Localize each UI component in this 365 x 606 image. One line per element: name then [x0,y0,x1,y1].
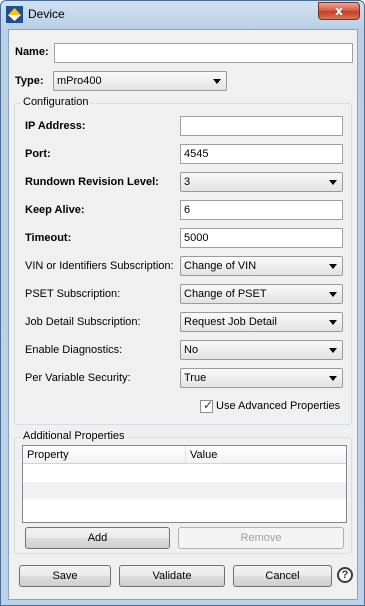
configuration-group-title: Configuration [21,96,91,108]
chevron-down-icon [329,320,337,325]
port-input[interactable] [180,144,343,164]
per-variable-security-label: Per Variable Security: [25,372,131,384]
keep-alive-label: Keep Alive: [25,204,85,216]
keep-alive-input[interactable] [180,200,343,220]
job-detail-subscription-value: Request Job Detail [184,316,277,328]
dialog-body: Name: Type: mPro400 Configuration IP Add… [8,29,358,600]
title-bar[interactable]: Device x [1,1,364,29]
help-icon[interactable]: ? [337,567,353,583]
vin-subscription-value: Change of VIN [184,260,257,272]
chevron-down-icon [329,264,337,269]
device-dialog-window: Device x Name: Type: mPro400 Configurati… [0,0,365,606]
column-header-property[interactable]: Property [27,449,69,461]
column-header-value[interactable]: Value [190,449,217,461]
name-label: Name: [15,46,49,58]
table-row[interactable] [23,482,346,499]
pset-subscription-label: PSET Subscription: [25,288,121,300]
port-label: Port: [25,148,51,160]
cancel-button[interactable]: Cancel [233,565,332,587]
enable-diagnostics-label: Enable Diagnostics: [25,344,123,356]
table-row[interactable] [23,499,346,516]
enable-diagnostics-value: No [184,344,199,356]
job-detail-subscription-label: Job Detail Subscription: [25,316,141,328]
add-property-button[interactable]: Add [25,527,170,549]
properties-table[interactable]: Property Value [22,445,347,523]
name-input[interactable] [54,43,353,63]
timeout-label: Timeout: [25,232,72,244]
save-button[interactable]: Save [19,565,111,587]
chevron-down-icon [329,376,337,381]
per-variable-security-select[interactable]: True [180,368,343,388]
type-label: Type: [15,75,44,87]
checkmark-icon: ✓ [203,398,214,412]
chevron-down-icon [213,79,221,84]
window-title: Device [28,7,65,21]
vin-subscription-select[interactable]: Change of VIN [180,256,343,276]
close-button[interactable]: x [318,2,360,20]
job-detail-subscription-select[interactable]: Request Job Detail [180,312,343,332]
rundown-revision-select[interactable]: 3 [180,172,343,192]
close-icon: x [335,4,343,18]
column-divider[interactable] [185,446,186,464]
pset-subscription-value: Change of PSET [184,288,267,300]
chevron-down-icon [329,292,337,297]
pset-subscription-select[interactable]: Change of PSET [180,284,343,304]
remove-property-button[interactable]: Remove [178,527,344,549]
properties-table-header: Property Value [23,446,346,464]
enable-diagnostics-select[interactable]: No [180,340,343,360]
validate-button[interactable]: Validate [119,565,225,587]
per-variable-security-value: True [184,372,207,384]
table-row[interactable] [23,465,346,482]
type-select[interactable]: mPro400 [53,71,227,91]
app-logo-icon [6,6,23,23]
rundown-revision-value: 3 [184,176,191,188]
chevron-down-icon [329,348,337,353]
timeout-input[interactable] [180,228,343,248]
type-select-value: mPro400 [57,75,102,87]
ip-address-label: IP Address: [25,120,86,132]
additional-properties-group-title: Additional Properties [21,430,127,442]
chevron-down-icon [329,180,337,185]
use-advanced-properties-checkbox[interactable]: ✓ [200,398,214,413]
vin-subscription-label: VIN or Identifiers Subscription: [25,260,174,272]
use-advanced-properties-label[interactable]: Use Advanced Properties [216,400,340,412]
rundown-revision-label: Rundown Revision Level: [25,176,159,188]
ip-address-input[interactable] [180,116,343,136]
